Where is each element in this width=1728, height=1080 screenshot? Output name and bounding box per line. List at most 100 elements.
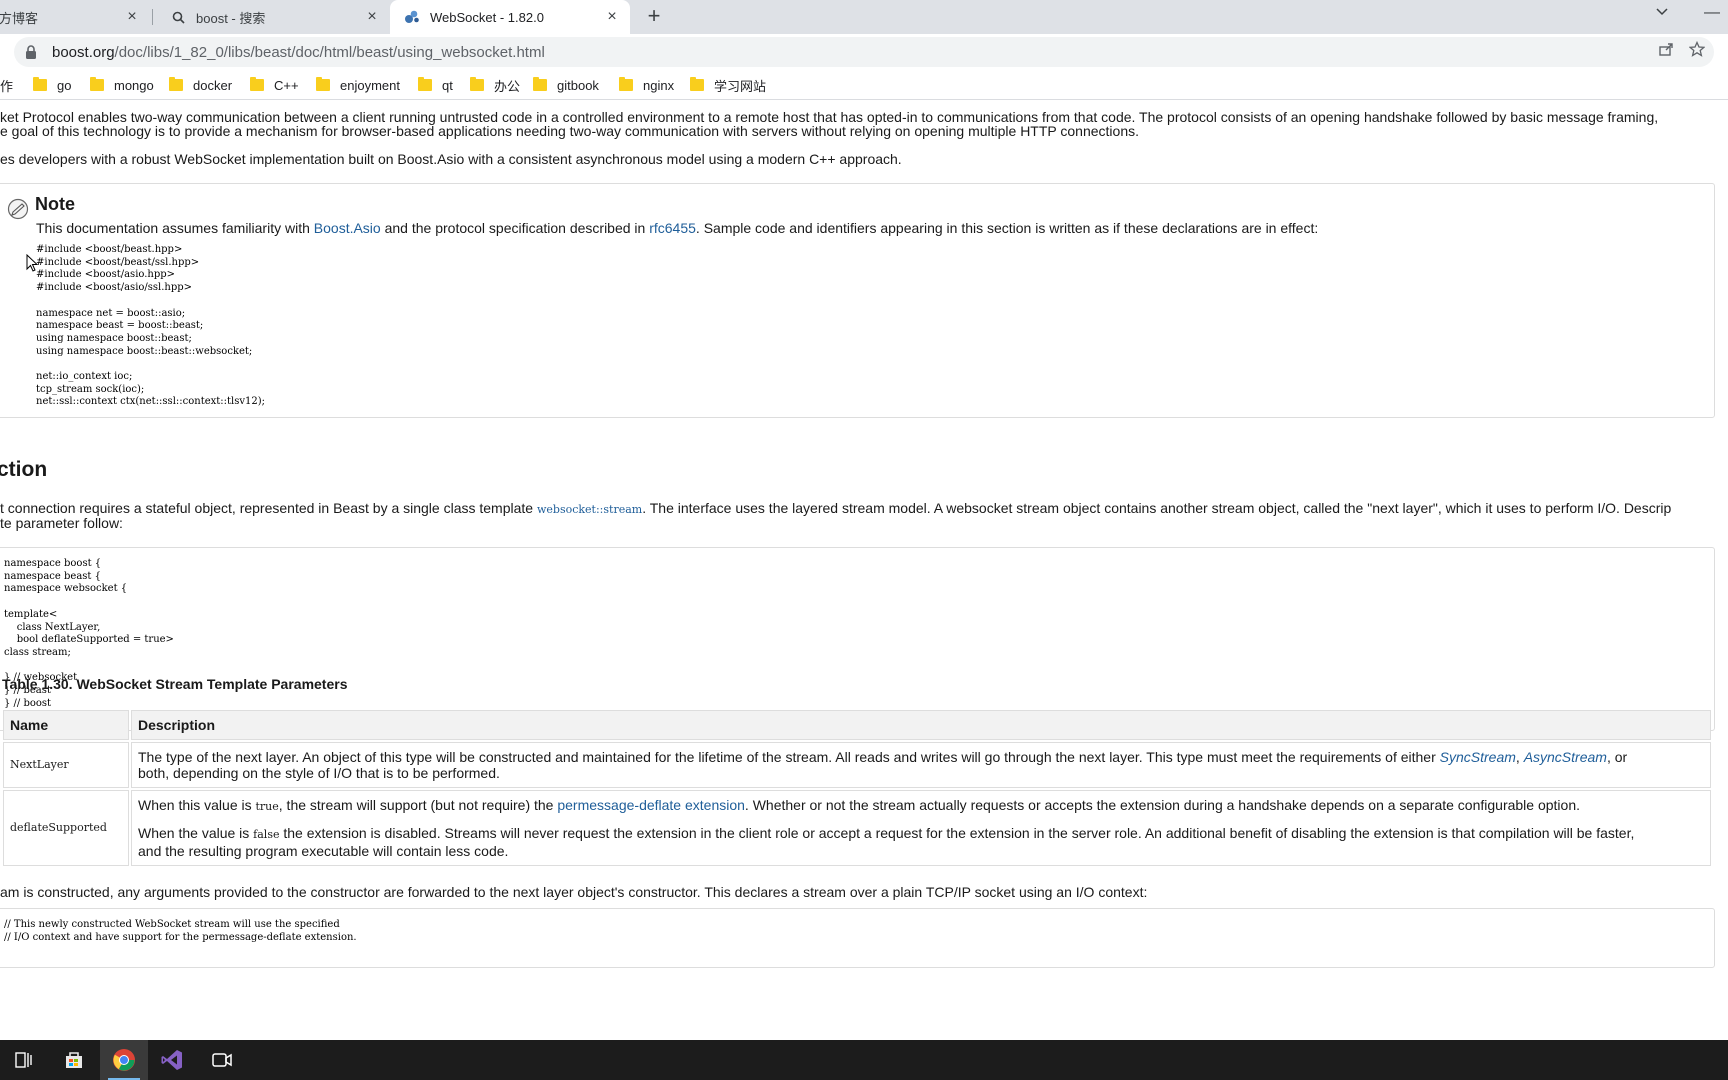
bookmark-study-sites[interactable]: 学习网站	[690, 75, 766, 95]
store-icon	[66, 1052, 82, 1068]
folder-icon	[316, 77, 330, 91]
desc-text: both, depending on the style of I/O that…	[138, 765, 500, 781]
note-text-c: . Sample code and identifiers appearing …	[695, 220, 1319, 236]
bottom-paragraph: am is constructed, any arguments provide…	[0, 884, 1148, 900]
bookmark-label: C++	[274, 77, 299, 93]
folder-icon	[533, 77, 547, 91]
note-title: Note	[35, 194, 75, 214]
note-box: Note This documentation assumes familiar…	[0, 183, 1715, 418]
lock-icon[interactable]	[24, 44, 40, 60]
desc-text: , or	[1606, 749, 1628, 765]
code-false: false	[253, 828, 280, 841]
syncstream-link[interactable]: SyncStream	[1440, 749, 1516, 765]
mouse-cursor-icon	[26, 254, 38, 272]
store-button[interactable]	[50, 1040, 98, 1080]
url-host: boost.org	[52, 43, 115, 61]
template-code-box: namespace boost { namespace beast { name…	[0, 547, 1715, 731]
intro-paragraph-3: es developers with a robust WebSocket im…	[0, 151, 902, 167]
new-tab-button[interactable]: +	[642, 5, 666, 29]
bookmark-label: 学习网站	[714, 78, 767, 94]
boost-favicon-icon	[404, 9, 420, 25]
bookmark-label: nginx	[643, 77, 675, 93]
bookmark-docker[interactable]: docker	[169, 75, 232, 95]
note-text-b: and the protocol specification described…	[380, 220, 650, 236]
permessage-deflate-link[interactable]: permessage-deflate extension	[557, 797, 745, 813]
boost-asio-link[interactable]: Boost.Asio	[314, 220, 381, 236]
bookmarks-bar: 工作 go mongo docker C++ enjoyment qt 办公 g…	[0, 70, 1728, 100]
page-content: ket Protocol enables two-way communicati…	[0, 100, 1728, 1040]
bookmark-cpp[interactable]: C++	[250, 75, 299, 95]
folder-icon	[169, 77, 183, 91]
camera-app-icon	[212, 1053, 232, 1067]
param-name-nextlayer: NextLayer	[3, 742, 129, 788]
bookmark-mongo[interactable]: mongo	[90, 75, 154, 95]
bookmark-qt[interactable]: qt	[418, 75, 453, 95]
bookmark-gitbook[interactable]: gitbook	[533, 75, 599, 95]
table-row: deflateSupported When this value is true…	[3, 790, 1711, 866]
tab-title: 官方博客	[0, 10, 39, 26]
section-para-a: t connection requires a stateful object,…	[0, 500, 537, 516]
folder-icon	[33, 77, 47, 91]
search-icon	[170, 9, 186, 25]
bookmark-label: 工作	[0, 78, 14, 94]
tab-search-icon[interactable]	[1650, 4, 1674, 28]
bookmark-nginx[interactable]: nginx	[619, 75, 674, 95]
chrome-icon	[113, 1049, 135, 1071]
task-view-icon	[15, 1052, 32, 1068]
folder-icon	[250, 77, 264, 91]
task-view-button[interactable]	[0, 1040, 48, 1080]
desc-text: . Whether or not the stream actually req…	[744, 797, 1580, 813]
asyncstream-link[interactable]: AsyncStream	[1524, 749, 1607, 765]
desc-text: and the resulting program executable wil…	[138, 843, 509, 859]
websocket-stream-link[interactable]: websocket::stream	[537, 503, 642, 516]
tab-strip: 官方博客 × boost - 搜索 × WebSocket - 1.82.0 ×…	[0, 0, 1728, 34]
tab-title: WebSocket - 1.82.0	[430, 9, 544, 25]
note-code-block: #include <boost/beast.hpp> #include <boo…	[36, 244, 266, 408]
folder-icon	[470, 77, 484, 91]
bookmark-work[interactable]: 工作	[0, 75, 13, 95]
desc-comma: ,	[1515, 749, 1524, 765]
bookmark-go[interactable]: go	[33, 75, 71, 95]
section-paragraph-2: te parameter follow:	[0, 515, 123, 531]
close-icon[interactable]: ×	[124, 9, 140, 25]
section-paragraph: t connection requires a stateful object,…	[0, 500, 1671, 518]
chrome-button[interactable]	[100, 1040, 148, 1080]
tab-websocket[interactable]: WebSocket - 1.82.0 ×	[390, 0, 630, 34]
desc-text: The type of the next layer. An object of…	[138, 749, 1440, 765]
taskbar	[0, 1040, 1728, 1080]
desc-text: When the value is	[138, 825, 254, 841]
bookmark-label: enjoyment	[340, 77, 400, 93]
close-icon[interactable]: ×	[364, 9, 380, 25]
folder-icon	[418, 77, 432, 91]
bookmark-star-icon[interactable]	[1688, 40, 1706, 57]
section-para-b: . The interface uses the layered stream …	[642, 500, 1672, 516]
url-path: /doc/libs/1_82_0/libs/beast/doc/html/bea…	[114, 43, 545, 61]
minimize-icon[interactable]: —	[1700, 4, 1724, 28]
column-header-name: Name	[3, 710, 129, 740]
address-bar[interactable]: boost.org/doc/libs/1_82_0/libs/beast/doc…	[14, 37, 1714, 67]
section-heading: ction	[0, 458, 48, 481]
bookmark-enjoyment[interactable]: enjoyment	[316, 75, 400, 95]
folder-icon	[690, 77, 704, 91]
bookmark-label: qt	[442, 77, 453, 93]
param-desc-deflatesupported: When this value is true, the stream will…	[131, 790, 1711, 866]
tab-blog[interactable]: 官方博客 ×	[0, 0, 150, 34]
share-icon[interactable]	[1658, 41, 1674, 57]
close-icon[interactable]: ×	[604, 9, 620, 25]
bookmark-label: gitbook	[557, 77, 599, 93]
tab-title: boost - 搜索	[196, 10, 266, 26]
bookmark-label: 办公	[494, 78, 521, 94]
table-row: NextLayer The type of the next layer. An…	[3, 742, 1711, 788]
code-true: true	[255, 800, 279, 813]
bookmark-office[interactable]: 办公	[470, 75, 520, 95]
tab-boost-search[interactable]: boost - 搜索 ×	[156, 0, 390, 34]
rfc6455-link[interactable]: rfc6455	[649, 220, 696, 236]
desc-text: the extension is disabled. Streams will …	[279, 825, 1635, 841]
tab-separator	[152, 9, 153, 25]
table-caption: Table 1.30. WebSocket Stream Template Pa…	[2, 676, 348, 692]
camera-app-button[interactable]	[198, 1040, 246, 1080]
visual-studio-button[interactable]	[148, 1040, 196, 1080]
desc-text: When this value is	[138, 797, 256, 813]
note-text-a: This documentation assumes familiarity w…	[36, 220, 314, 236]
browser-toolbar: boost.org/doc/libs/1_82_0/libs/beast/doc…	[0, 34, 1728, 70]
